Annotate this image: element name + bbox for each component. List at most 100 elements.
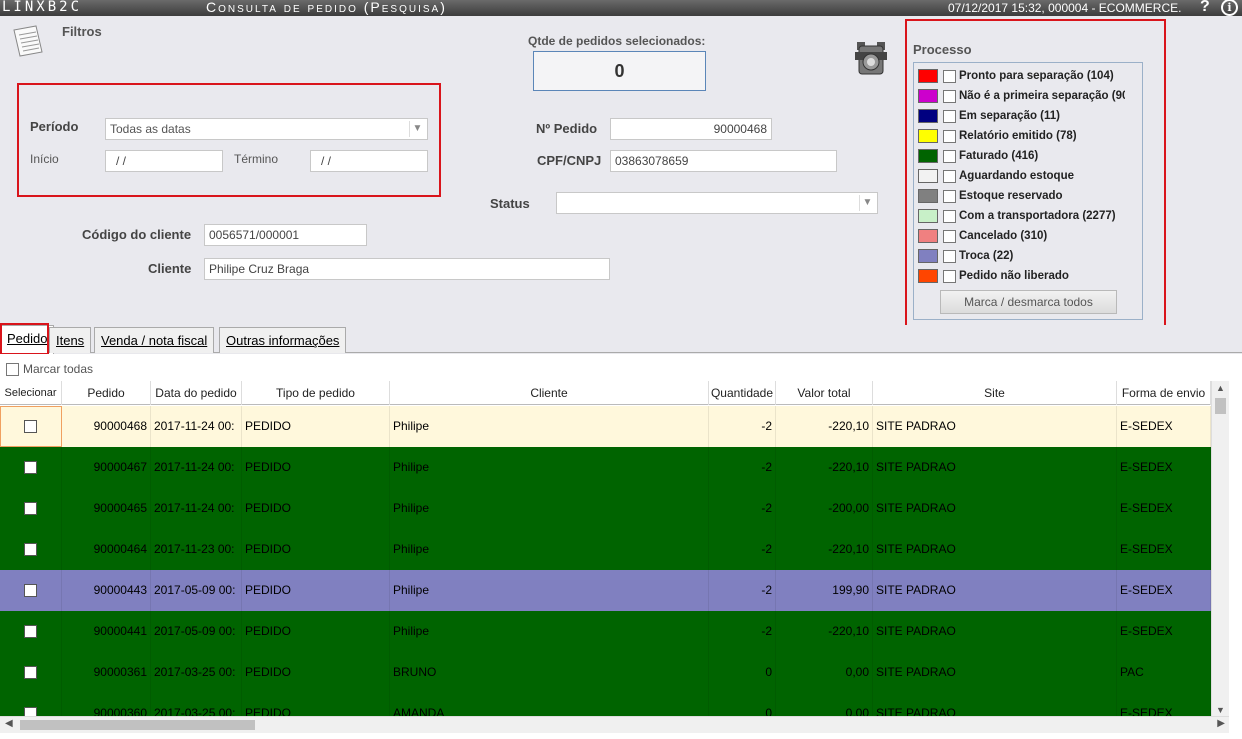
- row-checkbox[interactable]: [24, 461, 37, 475]
- inicio-date-field[interactable]: / /: [105, 150, 223, 172]
- processo-checkbox[interactable]: [943, 129, 956, 143]
- cell-site: SITE PADRAO: [873, 652, 1117, 693]
- row-checkbox[interactable]: [24, 502, 37, 516]
- processo-checkbox[interactable]: [943, 149, 956, 163]
- processo-item-label: Troca (22): [959, 250, 1014, 262]
- row-select-cell[interactable]: [0, 406, 62, 447]
- processo-item[interactable]: Troca (22): [918, 247, 1013, 265]
- column-header[interactable]: Pedido: [62, 381, 151, 405]
- cell-pedido: 90000441: [62, 611, 151, 652]
- table-row[interactable]: 90000443 2017-05-09 00: PEDIDO Philipe -2 199…: [0, 570, 1229, 611]
- row-checkbox[interactable]: [24, 543, 37, 557]
- vertical-scroll-thumb[interactable]: [1215, 398, 1226, 414]
- table-row[interactable]: 90000464 2017-11-23 00: PEDIDO Philipe -2 -22…: [0, 529, 1229, 570]
- cell-cliente: BRUNO: [390, 652, 709, 693]
- processo-checkbox[interactable]: [943, 169, 956, 183]
- processo-item[interactable]: Pedido não liberado: [918, 267, 1069, 285]
- camera-icon[interactable]: [853, 40, 889, 78]
- select-all[interactable]: Marcar todas: [6, 362, 93, 376]
- tab-itens[interactable]: Itens: [49, 327, 92, 353]
- processo-checkbox[interactable]: [943, 109, 956, 123]
- processo-item[interactable]: Faturado (416): [918, 147, 1038, 165]
- column-header[interactable]: Cliente: [390, 381, 709, 405]
- row-select-cell[interactable]: [0, 652, 62, 693]
- row-select-cell[interactable]: [0, 611, 62, 652]
- column-header[interactable]: Quantidade: [709, 381, 776, 405]
- color-swatch: [918, 129, 938, 143]
- processo-checkbox[interactable]: [943, 69, 956, 83]
- row-select-cell[interactable]: [0, 447, 62, 488]
- cell-qtd: -2: [709, 570, 776, 611]
- tab-outras-informacoes[interactable]: Outras informações: [219, 327, 347, 353]
- cell-pedido: 90000464: [62, 529, 151, 570]
- row-checkbox[interactable]: [24, 625, 37, 639]
- row-checkbox[interactable]: [24, 666, 37, 680]
- table-row[interactable]: 90000360 2017-03-25 00: PEDIDO AMANDA 0 0,00 S…: [0, 693, 1229, 717]
- column-header[interactable]: Tipo de pedido: [242, 381, 390, 405]
- row-checkbox[interactable]: [24, 584, 37, 598]
- processo-item[interactable]: Em separação (11): [918, 107, 1060, 125]
- cell-tipo: PEDIDO: [242, 570, 390, 611]
- row-checkbox[interactable]: [24, 420, 37, 434]
- row-select-cell[interactable]: [0, 693, 62, 717]
- table-row[interactable]: 90000468 2017-11-24 00: PEDIDO Philipe -2 -22…: [0, 406, 1229, 447]
- column-header[interactable]: Selecionar: [0, 381, 62, 405]
- cell-valor: -220,10: [776, 611, 873, 652]
- cpf-field[interactable]: 03863078659: [610, 150, 837, 172]
- processo-checkbox[interactable]: [943, 229, 956, 243]
- cliente-field[interactable]: Philipe Cruz Braga: [204, 258, 610, 280]
- status-select[interactable]: ▼: [556, 192, 878, 214]
- info-icon[interactable]: i: [1221, 0, 1238, 16]
- cell-pedido: 90000468: [62, 406, 151, 447]
- orders-grid: Selecionar Pedido Data do pedido Tipo de pe…: [0, 381, 1229, 717]
- processo-checkbox[interactable]: [943, 189, 956, 203]
- row-select-cell[interactable]: [0, 570, 62, 611]
- processo-item-label: Cancelado (310): [959, 230, 1048, 242]
- column-header[interactable]: Forma de envio: [1117, 381, 1211, 405]
- scroll-down-icon[interactable]: ▼: [1216, 705, 1225, 715]
- column-header[interactable]: Data do pedido: [151, 381, 242, 405]
- cell-data: 2017-11-23 00:: [151, 529, 242, 570]
- processo-item[interactable]: Não é a primeira separação (90: [918, 87, 1125, 105]
- row-select-cell[interactable]: [0, 488, 62, 529]
- cell-qtd: -2: [709, 488, 776, 529]
- filters-panel: Filtros Período Todas as datas ▼ Início …: [0, 16, 1242, 327]
- processo-checkbox[interactable]: [943, 209, 956, 223]
- cell-envio: PAC: [1117, 652, 1211, 693]
- npedido-field[interactable]: 90000468: [610, 118, 772, 140]
- table-row[interactable]: 90000465 2017-11-24 00: PEDIDO Philipe -2 -20…: [0, 488, 1229, 529]
- termino-date-field[interactable]: / /: [310, 150, 428, 172]
- periodo-select[interactable]: Todas as datas ▼: [105, 118, 428, 140]
- processo-checkbox[interactable]: [943, 249, 956, 263]
- table-row[interactable]: 90000361 2017-03-25 00: PEDIDO BRUNO 0 0,00 SI…: [0, 652, 1229, 693]
- table-row[interactable]: 90000467 2017-11-24 00: PEDIDO Philipe -2 -22…: [0, 447, 1229, 488]
- vertical-scrollbar[interactable]: ▲ ▼: [1211, 381, 1229, 717]
- processo-item-label: Faturado (416): [959, 150, 1039, 162]
- color-swatch: [918, 229, 938, 243]
- help-icon[interactable]: ?: [1200, 0, 1210, 16]
- processo-item[interactable]: Pronto para separação (104): [918, 67, 1114, 85]
- column-header[interactable]: Valor total: [776, 381, 873, 405]
- processo-item[interactable]: Com a transportadora (2277): [918, 207, 1116, 225]
- table-row[interactable]: 90000441 2017-05-09 00: PEDIDO Philipe -2 -22…: [0, 611, 1229, 652]
- horizontal-scrollbar[interactable]: ◀ ▶: [0, 716, 1229, 733]
- cell-cliente: Philipe: [390, 406, 709, 447]
- processo-checkbox[interactable]: [943, 269, 956, 283]
- scroll-left-icon[interactable]: ◀: [5, 718, 13, 729]
- cell-qtd: 0: [709, 693, 776, 717]
- processo-item[interactable]: Estoque reservado: [918, 187, 1063, 205]
- processo-item[interactable]: Aguardando estoque: [918, 167, 1074, 185]
- processo-item[interactable]: Cancelado (310): [918, 227, 1047, 245]
- row-select-cell[interactable]: [0, 529, 62, 570]
- notepad-icon: [13, 25, 43, 57]
- toggle-all-button[interactable]: Marca / desmarca todos: [940, 290, 1117, 314]
- scroll-right-icon[interactable]: ▶: [1217, 718, 1225, 729]
- tab-venda-nota-fiscal[interactable]: Venda / nota fiscal: [94, 327, 215, 353]
- horizontal-scroll-thumb[interactable]: [20, 720, 255, 730]
- processo-item[interactable]: Relatório emitido (78): [918, 127, 1077, 145]
- scroll-up-icon[interactable]: ▲: [1216, 383, 1225, 393]
- select-all-checkbox[interactable]: [6, 362, 19, 376]
- column-header[interactable]: Site: [873, 381, 1117, 405]
- codigo-cliente-field[interactable]: 0056571/000001: [204, 224, 367, 246]
- processo-checkbox[interactable]: [943, 89, 956, 103]
